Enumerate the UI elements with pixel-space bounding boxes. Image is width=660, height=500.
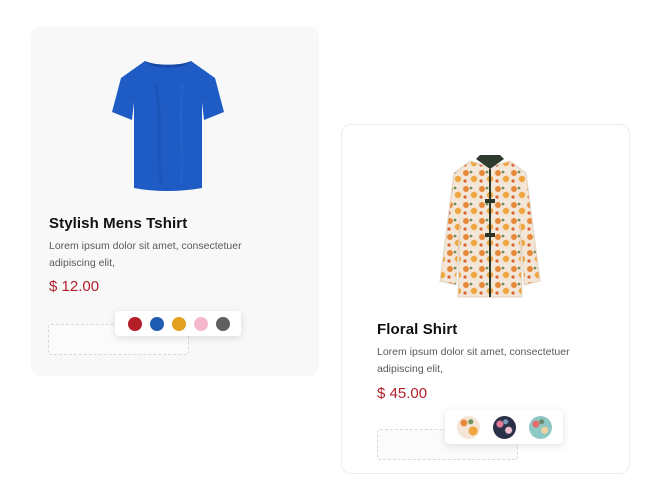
swatch-floral-orange[interactable] xyxy=(457,415,480,439)
product-card-floral-shirt: Floral Shirt Lorem ipsum dolor sit amet,… xyxy=(341,124,630,474)
product-description: Lorem ipsum dolor sit amet, consectetuer… xyxy=(49,240,242,269)
swatch-floral-navy[interactable] xyxy=(493,415,516,439)
pattern-swatches xyxy=(445,410,563,444)
swatch-floral-teal[interactable] xyxy=(529,415,552,439)
product-description: Lorem ipsum dolor sit amet, consectetuer… xyxy=(377,346,570,375)
product-title: Stylish Mens Tshirt xyxy=(49,215,188,232)
floral-shirt-image xyxy=(439,155,541,298)
color-swatches xyxy=(115,311,241,336)
swatch-yellow[interactable] xyxy=(172,316,186,331)
product-price: $ 45.00 xyxy=(377,385,428,402)
swatch-pink[interactable] xyxy=(194,316,208,331)
tshirt-image xyxy=(112,61,224,191)
swatch-blue[interactable] xyxy=(150,316,164,331)
swatch-gray[interactable] xyxy=(216,316,230,331)
swatch-red[interactable] xyxy=(128,316,142,331)
product-price: $ 12.00 xyxy=(49,278,100,295)
product-title: Floral Shirt xyxy=(377,321,458,338)
product-card-tshirt: Stylish Mens Tshirt Lorem ipsum dolor si… xyxy=(31,26,319,376)
